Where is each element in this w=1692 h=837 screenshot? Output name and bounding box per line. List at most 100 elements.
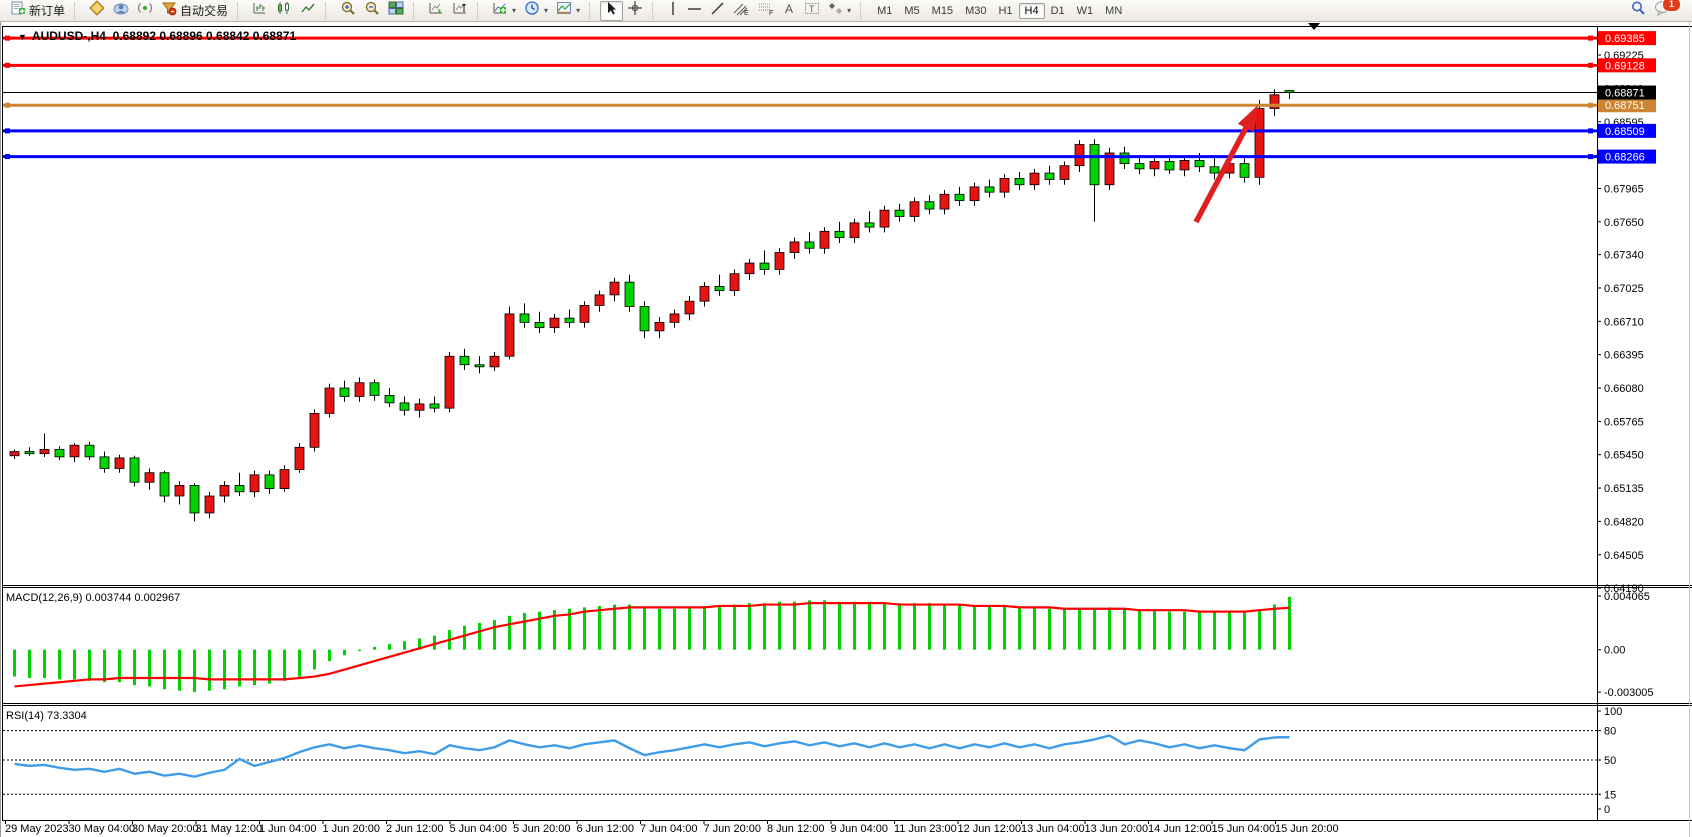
zoom-out-button[interactable] (360, 1, 384, 21)
channel-icon: E (733, 1, 750, 21)
trendline-button[interactable] (706, 1, 729, 21)
timeframe-button-mn[interactable]: MN (1099, 3, 1128, 19)
vertical-line-button[interactable] (663, 1, 683, 21)
svg-text:50: 50 (1604, 755, 1616, 767)
indicators-button[interactable]: ▾ (488, 1, 520, 21)
templates-icon (556, 0, 572, 21)
svg-text:0.68871: 0.68871 (1605, 88, 1645, 100)
svg-text:7 Jun 04:00: 7 Jun 04:00 (640, 823, 698, 835)
svg-text:0: 0 (1604, 804, 1610, 816)
svg-text:80: 80 (1604, 726, 1616, 738)
cursor-button[interactable] (600, 1, 623, 21)
candlestick-chart-icon (276, 0, 292, 21)
svg-text:0.68509: 0.68509 (1605, 126, 1645, 138)
svg-text:1 Jun 04:00: 1 Jun 04:00 (259, 823, 317, 835)
zoom-in-button[interactable] (336, 1, 360, 21)
zoom-in-icon (340, 0, 356, 21)
svg-text:0.67965: 0.67965 (1604, 183, 1644, 195)
tile-windows-button[interactable] (384, 1, 408, 21)
bar-chart-icon (252, 0, 268, 21)
chart-canvas: 0.692250.689100.685950.682800.679650.676… (0, 0, 1692, 837)
chart-symbol-period: AUDUSD-,H4 (32, 29, 106, 43)
toolbar-separator (325, 3, 331, 19)
bar-chart-button[interactable] (248, 1, 272, 21)
cursor-icon (604, 1, 619, 21)
periods-button[interactable]: ▾ (520, 1, 552, 21)
candlestick-chart-button[interactable] (272, 1, 296, 21)
price-tag: 0.68871 (1598, 86, 1656, 100)
timeframe-button-h1[interactable]: H1 (992, 3, 1018, 19)
svg-text:1 Jun 20:00: 1 Jun 20:00 (323, 823, 381, 835)
timeframe-button-h4[interactable]: H4 (1019, 3, 1045, 19)
svg-text:30 May 04:00: 30 May 04:00 (69, 823, 136, 835)
chart-shift-button[interactable] (448, 1, 472, 21)
templates-button[interactable]: ▾ (552, 1, 584, 21)
svg-text:30 May 20:00: 30 May 20:00 (132, 823, 199, 835)
text-icon: A (783, 1, 796, 21)
symbol-dropdown-icon[interactable]: ▼ (18, 32, 27, 42)
price-tag: 0.69385 (1598, 31, 1656, 45)
chevron-down-icon: ▾ (544, 6, 548, 15)
auto-scroll-button[interactable] (424, 1, 448, 21)
shapes-button[interactable]: ▾ (824, 1, 855, 21)
svg-text:6 Jun 12:00: 6 Jun 12:00 (577, 823, 635, 835)
horizontal-line-button[interactable] (683, 1, 706, 21)
svg-text:0.68266: 0.68266 (1605, 152, 1645, 164)
auto-scroll-icon (428, 0, 444, 21)
toolbar-separator (74, 3, 80, 19)
new-order-label: 新订单 (29, 2, 65, 19)
tile-windows-icon (388, 0, 404, 21)
new-order-button[interactable]: 新订单 (7, 1, 69, 21)
price-tag: 0.68751 (1598, 98, 1656, 112)
accounts-button[interactable] (109, 1, 133, 21)
search-button[interactable] (1626, 1, 1650, 21)
chevron-down-icon: ▾ (512, 6, 516, 15)
signal-icon (137, 0, 153, 21)
fibonacci-button[interactable]: F (754, 1, 779, 21)
text-label-button[interactable]: T (800, 1, 824, 21)
crosshair-button[interactable] (623, 1, 647, 21)
svg-text:5 Jun 04:00: 5 Jun 04:00 (450, 823, 508, 835)
timeframe-button-w1[interactable]: W1 (1071, 3, 1100, 19)
autotrading-funnel-icon (161, 0, 177, 21)
timeframe-button-m30[interactable]: M30 (959, 3, 992, 19)
price-tag: 0.68509 (1598, 124, 1656, 138)
notification-badge[interactable]: 1 (1662, 0, 1681, 12)
timeframe-button-m15[interactable]: M15 (926, 3, 959, 19)
rsi-indicator-label: RSI(14) 73.3304 (6, 710, 87, 722)
toolbar-separator (413, 3, 419, 19)
mt4-terminal-window: 新订单 自 (0, 0, 1692, 837)
svg-text:0.00: 0.00 (1604, 645, 1625, 657)
zoom-out-icon (364, 0, 380, 21)
timeframe-button-m5[interactable]: M5 (898, 3, 925, 19)
time-axis[interactable]: 29 May 202330 May 04:0030 May 20:0031 Ma… (5, 821, 1339, 835)
channel-button[interactable]: E (729, 1, 754, 21)
svg-text:A: A (785, 2, 793, 16)
svg-text:31 May 12:00: 31 May 12:00 (196, 823, 263, 835)
toolbar-separator (860, 3, 866, 19)
svg-text:11 Jun 23:00: 11 Jun 23:00 (894, 823, 957, 835)
svg-text:8 Jun 12:00: 8 Jun 12:00 (767, 823, 825, 835)
fibonacci-icon: F (758, 1, 775, 21)
svg-text:15: 15 (1604, 789, 1616, 801)
signals-button[interactable] (133, 1, 157, 21)
svg-text:0.64505: 0.64505 (1604, 550, 1644, 562)
svg-text:F: F (769, 10, 773, 16)
svg-text:12 Jun 12:00: 12 Jun 12:00 (958, 823, 1022, 835)
svg-text:T: T (809, 4, 815, 14)
timeframe-button-m1[interactable]: M1 (871, 3, 898, 19)
timeframe-button-d1[interactable]: D1 (1045, 3, 1071, 19)
svg-text:0.004065: 0.004065 (1604, 591, 1650, 603)
toolbar-separator (652, 3, 658, 19)
auto-trading-label: 自动交易 (180, 2, 228, 19)
search-icon (1630, 0, 1646, 21)
line-chart-button[interactable] (296, 1, 320, 21)
chart-title[interactable]: ▼AUDUSD-,H4 0.68892 0.68896 0.68842 0.68… (18, 29, 296, 43)
horizontal-line-icon (687, 1, 702, 21)
auto-trading-button[interactable]: 自动交易 (157, 1, 232, 21)
svg-text:0.66395: 0.66395 (1604, 350, 1644, 362)
text-button[interactable]: A (779, 1, 800, 21)
indicators-icon (492, 0, 508, 21)
chart-plot-area[interactable] (3, 27, 1597, 820)
market-watch-button[interactable] (85, 1, 109, 21)
